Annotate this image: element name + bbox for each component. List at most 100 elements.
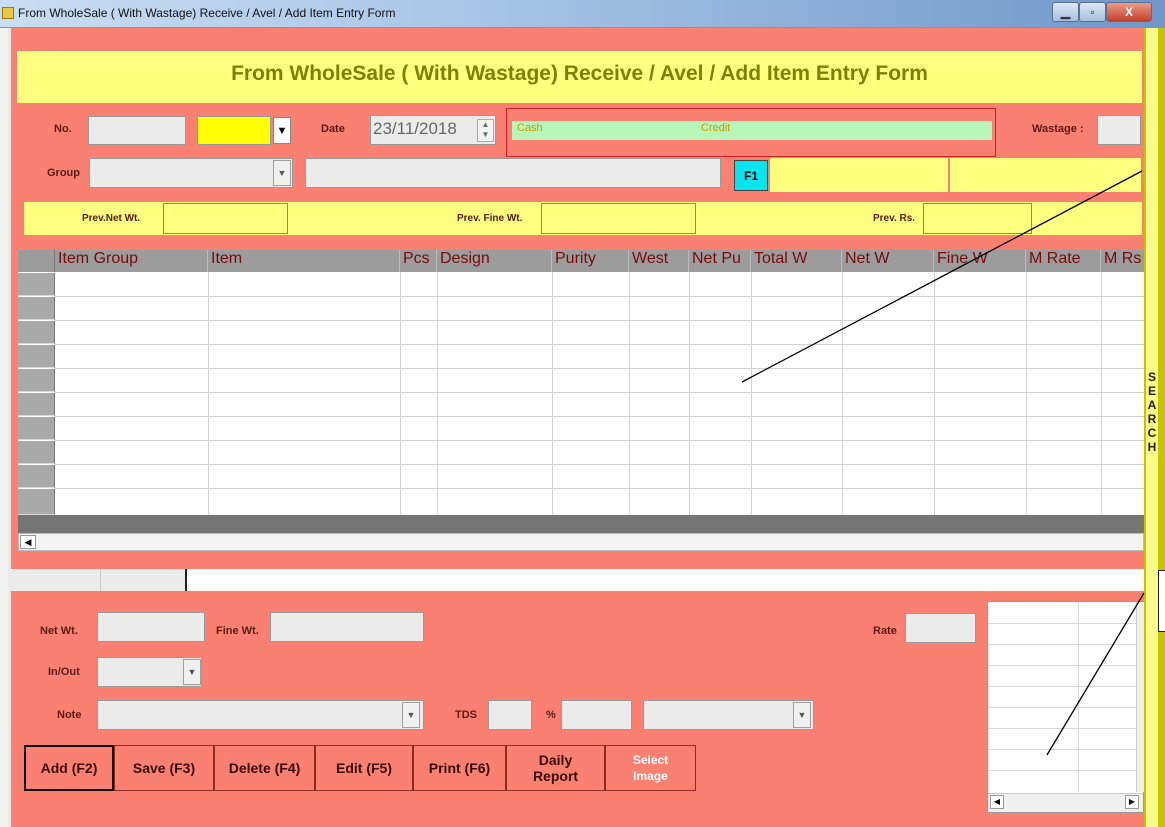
- summary-grid-vline: [1078, 602, 1079, 792]
- grid-vline: [400, 272, 401, 515]
- save-button[interactable]: Save (F3): [114, 745, 214, 791]
- grid-corner: [18, 250, 55, 272]
- col-net-pu[interactable]: Net Pu: [689, 250, 751, 272]
- row-header[interactable]: [18, 345, 55, 368]
- summary-grid-hline: [988, 728, 1136, 729]
- cash-option[interactable]: Cash: [517, 122, 543, 134]
- col-total-w[interactable]: Total W: [751, 250, 842, 272]
- delete-button[interactable]: Delete (F4): [214, 745, 315, 791]
- fine-wt-label: Fine Wt.: [216, 625, 259, 637]
- form-heading: From WholeSale ( With Wastage) Receive /…: [231, 62, 928, 85]
- search-label[interactable]: S E A R C H: [1146, 370, 1158, 454]
- select-image-button[interactable]: Select Image: [605, 745, 696, 791]
- fine-wt-input[interactable]: [270, 612, 424, 642]
- date-spin-icon[interactable]: ▲ ▼: [477, 119, 494, 142]
- summary-grid-hline: [988, 707, 1136, 708]
- row-header[interactable]: [18, 441, 55, 464]
- window-title: From WholeSale ( With Wastage) Receive /…: [18, 6, 396, 20]
- note-dropdown-icon[interactable]: ▼: [402, 702, 420, 728]
- app-icon: [2, 7, 14, 19]
- group-select[interactable]: [89, 158, 293, 188]
- row-header[interactable]: [18, 465, 55, 488]
- grid-vline: [437, 272, 438, 515]
- tds-percent-input[interactable]: [561, 700, 632, 730]
- f1-button[interactable]: F1: [734, 160, 768, 191]
- inout-label: In/Out: [48, 666, 80, 678]
- col-purity[interactable]: Purity: [552, 250, 629, 272]
- col-design[interactable]: Design: [437, 250, 552, 272]
- grid-hline: [55, 416, 1144, 417]
- col-fine-w[interactable]: Fine W: [934, 250, 1026, 272]
- wastage-input[interactable]: [1097, 115, 1141, 145]
- summary-scroll-right-icon[interactable]: ▶: [1125, 795, 1139, 809]
- grid-footer: [18, 515, 1144, 533]
- date-label: Date: [321, 123, 345, 135]
- grid-vline: [629, 272, 630, 515]
- grid-hline: [55, 368, 1144, 369]
- summary-horizontal-scrollbar[interactable]: [988, 793, 1143, 812]
- grid-vline: [842, 272, 843, 515]
- grid-vline: [1101, 272, 1102, 515]
- grid-hline: [55, 392, 1144, 393]
- no-input[interactable]: [88, 116, 186, 145]
- info-panel-2: [950, 158, 1141, 192]
- summary-grid-hline: [988, 623, 1136, 624]
- grid-vline: [934, 272, 935, 515]
- note-label: Note: [57, 709, 82, 721]
- group-description-field[interactable]: [305, 158, 721, 188]
- col-item-group[interactable]: Item Group: [55, 250, 208, 272]
- row-header[interactable]: [18, 321, 55, 344]
- tds-type-select[interactable]: [643, 700, 814, 730]
- tds-input[interactable]: [488, 700, 532, 730]
- summary-vertical-scrollbar[interactable]: [1136, 602, 1144, 792]
- group-label: Group: [47, 167, 80, 179]
- print-button[interactable]: Print (F6): [413, 745, 506, 791]
- group-dropdown-icon[interactable]: ▼: [273, 160, 291, 186]
- grid-vline: [1026, 272, 1027, 515]
- grid-hline: [55, 344, 1144, 345]
- grid-vline: [751, 272, 752, 515]
- prev-rs-label: Prev. Rs.: [873, 213, 916, 224]
- row-header[interactable]: [18, 297, 55, 320]
- tds-label: TDS: [455, 709, 477, 721]
- row-header[interactable]: [18, 393, 55, 416]
- daily-report-button[interactable]: Daily Report: [506, 745, 605, 791]
- entry-type-dropdown-icon[interactable]: ▼: [273, 117, 291, 144]
- scroll-left-icon[interactable]: ◀: [20, 535, 36, 549]
- row-header[interactable]: [18, 369, 55, 392]
- row-header[interactable]: [18, 273, 55, 296]
- form-left-border: [8, 28, 11, 827]
- net-wt-input[interactable]: [97, 612, 205, 642]
- grid-hline: [55, 440, 1144, 441]
- col-west[interactable]: West: [629, 250, 689, 272]
- row-header[interactable]: [18, 417, 55, 440]
- prev-fine-wt-value: [541, 203, 696, 234]
- prev-rs-value: [923, 203, 1032, 234]
- col-m-rs[interactable]: M Rs: [1101, 250, 1144, 272]
- rate-input[interactable]: [905, 613, 976, 643]
- status-segment: [8, 569, 101, 591]
- col-pcs[interactable]: Pcs: [400, 250, 437, 272]
- col-item[interactable]: Item: [208, 250, 400, 272]
- edit-button[interactable]: Edit (F5): [315, 745, 413, 791]
- grid-vline: [552, 272, 553, 515]
- add-button[interactable]: Add (F2): [24, 745, 114, 791]
- row-header[interactable]: [18, 489, 55, 515]
- col-net-w[interactable]: Net W: [842, 250, 934, 272]
- grid-vline: [208, 272, 209, 515]
- summary-grid-hline: [988, 770, 1136, 771]
- close-button[interactable]: X: [1106, 2, 1152, 22]
- note-select[interactable]: [97, 700, 424, 730]
- inout-dropdown-icon[interactable]: ▼: [183, 659, 201, 685]
- col-m-rate[interactable]: M Rate: [1026, 250, 1101, 272]
- credit-option[interactable]: Credit: [701, 122, 730, 134]
- summary-scroll-left-icon[interactable]: ◀: [990, 795, 1004, 809]
- minimize-button[interactable]: ▁: [1052, 2, 1079, 22]
- entry-type-select[interactable]: [197, 116, 271, 145]
- payment-bar: [512, 121, 992, 140]
- maximize-button[interactable]: ▫: [1079, 2, 1106, 22]
- status-segment: [101, 569, 187, 591]
- grid-horizontal-scrollbar[interactable]: [18, 533, 1144, 551]
- tds-type-dropdown-icon[interactable]: ▼: [793, 702, 811, 728]
- info-panel-1: [770, 158, 948, 192]
